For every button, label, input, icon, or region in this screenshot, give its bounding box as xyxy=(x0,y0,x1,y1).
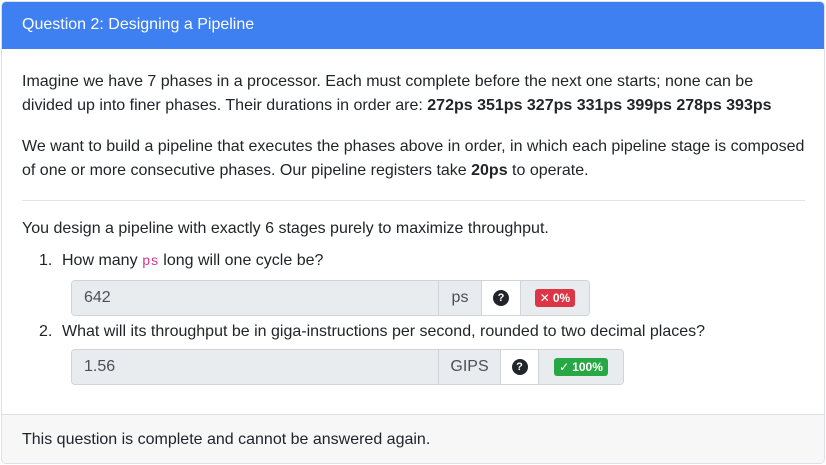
intro-paragraph: Imagine we have 7 phases in a processor.… xyxy=(22,49,805,118)
unit-label: ps xyxy=(438,281,481,315)
phase-durations: 272ps 351ps 327ps 331ps 399ps 278ps 393p… xyxy=(427,97,772,114)
pipeline-text-end: to operate. xyxy=(507,162,589,179)
scenario-text: You design a pipeline with exactly 6 sta… xyxy=(22,220,549,237)
answer-input-group: 642 ps ? ✕ 0% xyxy=(71,280,590,316)
score-badge-container: ✕ 0% xyxy=(520,281,589,315)
question-text-part: How many xyxy=(62,252,143,269)
question-card: Question 2: Designing a Pipeline Imagine… xyxy=(1,1,825,464)
help-button[interactable]: ? xyxy=(481,281,520,315)
score-badge-container: ✓ 100% xyxy=(538,350,623,384)
question-title: Question 2: Designing a Pipeline xyxy=(22,16,255,33)
card-body: Imagine we have 7 phases in a processor.… xyxy=(2,49,824,385)
score-badge: ✕ 0% xyxy=(534,289,576,307)
question-text-part: long will one cycle be? xyxy=(158,252,324,269)
answer-field[interactable]: 1.56 xyxy=(72,350,438,384)
question-text-part: What will its throughput be in giga-inst… xyxy=(62,323,706,340)
score-badge: ✓ 100% xyxy=(554,358,608,376)
answer-input-group: 1.56 GIPS ? ✓ 100% xyxy=(71,349,624,385)
score-text: 100% xyxy=(572,360,603,374)
unit-code: ps xyxy=(142,254,159,270)
card-footer: This question is complete and cannot be … xyxy=(2,414,824,463)
answer-field[interactable]: 642 xyxy=(72,281,438,315)
question-circle-icon: ? xyxy=(511,359,528,375)
pipeline-paragraph: We want to build a pipeline that execute… xyxy=(22,118,805,183)
question-item-2: 2. What will its throughput be in giga-i… xyxy=(22,320,805,385)
register-time: 20ps xyxy=(471,162,508,179)
help-button[interactable]: ? xyxy=(500,350,538,384)
x-icon: ✕ xyxy=(539,291,550,305)
question-circle-icon: ? xyxy=(493,290,509,306)
question-text: How many ps long will one cycle be? xyxy=(22,249,805,274)
unit-label: GIPS xyxy=(438,350,500,384)
question-list: 1. How many ps long will one cycle be? 6… xyxy=(22,249,805,385)
check-icon: ✓ xyxy=(559,360,570,374)
pipeline-text: We want to build a pipeline that execute… xyxy=(22,138,805,179)
completion-message: This question is complete and cannot be … xyxy=(22,431,431,448)
question-text: What will its throughput be in giga-inst… xyxy=(22,320,805,344)
question-number: 2. xyxy=(39,323,53,340)
question-number: 1. xyxy=(39,252,53,269)
score-text: 0% xyxy=(552,291,571,305)
card-header: Question 2: Designing a Pipeline xyxy=(2,2,824,49)
question-item-1: 1. How many ps long will one cycle be? 6… xyxy=(22,249,805,316)
